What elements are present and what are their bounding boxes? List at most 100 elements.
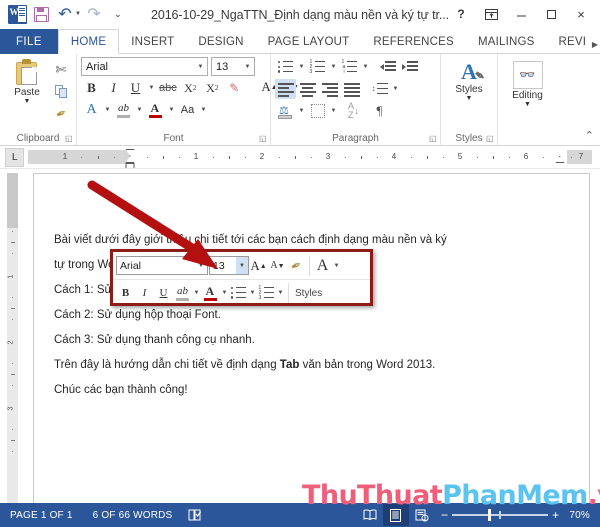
align-center-icon[interactable]: [297, 79, 318, 99]
change-case-button[interactable]: Aa: [177, 100, 198, 120]
tab-review[interactable]: REVI: [547, 29, 599, 54]
mini-bold-button[interactable]: B: [116, 283, 135, 304]
subscript-button[interactable]: X2: [180, 78, 201, 98]
horizontal-ruler[interactable]: 1 1 2 3 4 5 6 7: [28, 149, 592, 169]
align-right-icon[interactable]: [319, 79, 340, 99]
paste-button[interactable]: Paste ▼: [4, 57, 50, 105]
align-left-icon[interactable]: [275, 79, 296, 99]
sort-icon[interactable]: A Z ↓: [343, 101, 364, 121]
borders-caret[interactable]: ▼: [329, 108, 338, 114]
mini-text-effects-caret[interactable]: ▼: [332, 263, 341, 269]
proofing-errors-icon[interactable]: [182, 504, 208, 526]
highlight-color-button[interactable]: ab: [113, 100, 134, 120]
font-size-caret[interactable]: ▼: [241, 64, 254, 70]
text-effects-button[interactable]: A: [81, 100, 102, 120]
mini-numbering-icon[interactable]: 123: [257, 283, 276, 304]
numbering-caret[interactable]: ▼: [329, 64, 338, 70]
mini-bullets-icon[interactable]: [229, 283, 248, 304]
font-name-caret[interactable]: ▼: [194, 64, 207, 70]
tab-design[interactable]: DESIGN: [186, 29, 255, 54]
customize-quick-access-icon[interactable]: ⌄: [107, 3, 129, 25]
tab-stop-selector[interactable]: L: [5, 147, 24, 167]
italic-button[interactable]: I: [103, 78, 124, 98]
vertical-ruler[interactable]: 1 2 3: [7, 169, 19, 523]
mini-shrink-font-button[interactable]: A ▼: [268, 255, 287, 276]
tab-home[interactable]: HOME: [57, 29, 120, 54]
paste-dropdown-caret[interactable]: ▼: [24, 98, 31, 105]
editing-button[interactable]: 👓 Editing ▼: [503, 57, 553, 108]
tab-page-layout[interactable]: PAGE LAYOUT: [256, 29, 362, 54]
undo-dropdown-caret[interactable]: ▼: [75, 11, 81, 17]
close-icon[interactable]: ×: [566, 1, 596, 27]
font-color-button[interactable]: A: [145, 100, 166, 120]
show-formatting-marks-icon[interactable]: ¶: [369, 101, 390, 121]
undo-icon[interactable]: ↶: [54, 3, 76, 25]
font-color-caret[interactable]: ▼: [167, 107, 176, 113]
decrease-indent-icon[interactable]: [377, 57, 398, 77]
page-indicator[interactable]: PAGE 1 OF 1: [0, 510, 83, 521]
mini-grow-font-button[interactable]: A ▲: [249, 255, 268, 276]
copy-icon[interactable]: [50, 81, 72, 102]
paragraph-dialog-launcher[interactable]: ◱: [429, 135, 437, 143]
mini-font-size-caret[interactable]: ▼: [236, 257, 248, 274]
increase-indent-icon[interactable]: [399, 57, 420, 77]
underline-button[interactable]: U: [125, 78, 146, 98]
text-effects-caret[interactable]: ▼: [103, 107, 112, 113]
font-size-combo[interactable]: 13 ▼: [211, 57, 255, 76]
styles-caret[interactable]: ▼: [466, 95, 473, 102]
scissors-icon[interactable]: ✄: [50, 59, 72, 80]
mini-font-color-caret[interactable]: ▼: [220, 290, 229, 296]
shading-caret[interactable]: ▼: [297, 108, 306, 114]
mini-font-name-combo[interactable]: Arial ▼: [116, 256, 208, 275]
highlight-caret[interactable]: ▼: [135, 107, 144, 113]
line-spacing-caret[interactable]: ▼: [391, 86, 400, 92]
font-dialog-launcher[interactable]: ◱: [259, 135, 267, 143]
underline-caret[interactable]: ▼: [147, 85, 156, 91]
mini-underline-button[interactable]: U: [154, 283, 173, 304]
clipboard-dialog-launcher[interactable]: ◱: [65, 135, 73, 143]
document-page[interactable]: Bài viết dưới đây giới thiệu chi tiết tớ…: [33, 173, 590, 523]
save-icon[interactable]: [30, 3, 52, 25]
bullets-icon[interactable]: [275, 57, 296, 77]
mini-italic-button[interactable]: I: [135, 283, 154, 304]
mini-highlight-caret[interactable]: ▼: [192, 290, 201, 296]
clear-formatting-icon[interactable]: ✎: [224, 78, 245, 98]
strikethrough-button[interactable]: abc: [157, 78, 179, 98]
word-icon[interactable]: W: [6, 3, 28, 25]
styles-dialog-launcher[interactable]: ◱: [486, 135, 494, 143]
help-icon[interactable]: ?: [446, 1, 476, 27]
ribbon-display-options-icon[interactable]: [476, 1, 506, 27]
tab-references[interactable]: REFERENCES: [361, 29, 466, 54]
font-name-combo[interactable]: Arial ▼: [81, 57, 208, 76]
tab-mailings[interactable]: MAILINGS: [466, 29, 547, 54]
mini-format-painter-icon[interactable]: ✒: [287, 255, 306, 276]
borders-icon[interactable]: [307, 101, 328, 121]
change-case-caret[interactable]: ▼: [199, 107, 208, 113]
mini-floating-toolbar[interactable]: Arial ▼ 13 ▼ A ▲ A ▼ ✒ A ▼ B I U ab ▼ A …: [110, 249, 373, 306]
word-count[interactable]: 6 OF 66 WORDS: [83, 510, 183, 521]
maximize-icon[interactable]: [536, 1, 566, 27]
multilevel-caret[interactable]: ▼: [361, 64, 370, 70]
mini-text-effects-button[interactable]: A: [313, 255, 332, 276]
tab-insert[interactable]: INSERT: [119, 29, 186, 54]
tab-file[interactable]: FILE: [0, 29, 58, 54]
format-painter-icon[interactable]: ✒: [50, 103, 72, 124]
mini-font-color-button[interactable]: A: [201, 283, 220, 304]
redo-icon[interactable]: ↷: [83, 3, 105, 25]
mini-numbering-caret[interactable]: ▼: [276, 290, 285, 296]
editing-caret[interactable]: ▼: [524, 101, 531, 108]
zoom-level[interactable]: 70%: [565, 510, 600, 521]
multilevel-list-icon[interactable]: 1ai: [339, 57, 360, 77]
styles-button[interactable]: A ✒ Styles ▼: [445, 57, 493, 103]
mini-font-size-combo[interactable]: 13 ▼: [209, 256, 249, 275]
collapse-ribbon-icon[interactable]: ⌃: [585, 129, 594, 142]
mini-bullets-caret[interactable]: ▼: [248, 290, 257, 296]
shading-icon[interactable]: ⚖: [275, 101, 296, 121]
mini-font-name-caret[interactable]: ▼: [195, 263, 207, 269]
bold-button[interactable]: B: [81, 78, 102, 98]
superscript-button[interactable]: X2: [202, 78, 223, 98]
mini-highlight-color-button[interactable]: ab: [173, 283, 192, 304]
minimize-icon[interactable]: [506, 1, 536, 27]
numbering-icon[interactable]: 123: [307, 57, 328, 77]
justify-icon[interactable]: [341, 79, 362, 99]
